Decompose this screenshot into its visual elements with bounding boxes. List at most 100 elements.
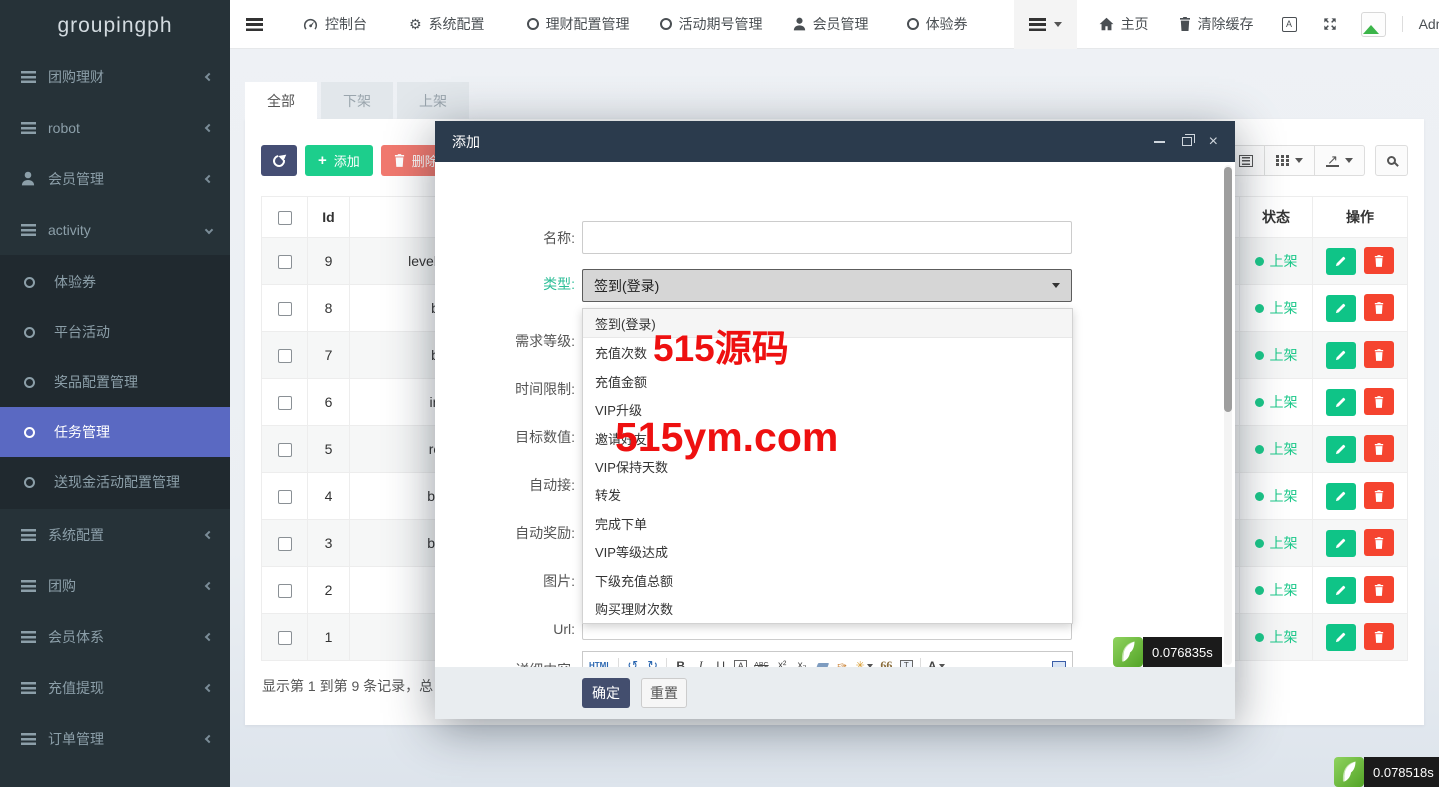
row-checkbox[interactable] bbox=[278, 584, 292, 598]
reset-button[interactable]: 重置 bbox=[641, 678, 687, 708]
option-vip-keep-days[interactable]: VIP保持天数 bbox=[583, 452, 1072, 480]
edit-button[interactable] bbox=[1326, 577, 1356, 604]
sidebar-subitem-label: 任务管理 bbox=[54, 422, 110, 442]
row-delete-button[interactable] bbox=[1364, 623, 1394, 650]
dialog-body: 名称: 类型: 需求等级: 时间限制: 目标数值: 自动接: 自动奖励: 图片:… bbox=[435, 162, 1235, 667]
tab-on-shelf[interactable]: 上架 bbox=[397, 82, 469, 119]
sidebar-subitem-coupon[interactable]: 体验券 bbox=[0, 257, 230, 307]
row-id: 6 bbox=[308, 379, 350, 426]
list-icon bbox=[18, 224, 38, 236]
sidebar-subitem-task-manage[interactable]: 任务管理 bbox=[0, 407, 230, 457]
edit-button[interactable] bbox=[1326, 483, 1356, 510]
option-invite-friends[interactable]: 邀请好友 bbox=[583, 424, 1072, 452]
edit-button[interactable] bbox=[1326, 624, 1356, 651]
option-recharge-amount[interactable]: 充值金额 bbox=[583, 367, 1072, 395]
sidebar-item-label: 充值提现 bbox=[48, 678, 104, 698]
row-delete-button[interactable] bbox=[1364, 247, 1394, 274]
edit-button[interactable] bbox=[1326, 248, 1356, 275]
sidebar-item-robot[interactable]: robot bbox=[0, 102, 230, 153]
edit-button[interactable] bbox=[1326, 295, 1356, 322]
status-badge: 上架 bbox=[1255, 298, 1298, 318]
option-share[interactable]: 转发 bbox=[583, 481, 1072, 509]
nav-activity-period[interactable]: 活动期号管理 bbox=[660, 14, 763, 34]
edit-button[interactable] bbox=[1326, 436, 1356, 463]
option-signin[interactable]: 签到(登录) bbox=[583, 309, 1072, 338]
option-recharge-count[interactable]: 充值次数 bbox=[583, 338, 1072, 366]
sidebar-subitem-cash-activity[interactable]: 送现金活动配置管理 bbox=[0, 457, 230, 507]
auto-reward-label: 自动奖励: bbox=[435, 523, 575, 543]
sidebar-item-system-config[interactable]: 系统配置 bbox=[0, 509, 230, 560]
nav-dashboard[interactable]: 控制台 bbox=[303, 14, 367, 34]
sidebar-item-activity[interactable]: activity bbox=[0, 204, 230, 255]
close-icon[interactable]: × bbox=[1209, 134, 1218, 150]
sidebar-item-recharge-withdraw[interactable]: 充值提现 bbox=[0, 662, 230, 713]
option-vip-upgrade[interactable]: VIP升级 bbox=[583, 395, 1072, 423]
confirm-button[interactable]: 确定 bbox=[582, 678, 630, 708]
sidebar-subitem-platform-activity[interactable]: 平台活动 bbox=[0, 307, 230, 357]
sidebar-subitem-prize-config[interactable]: 奖品配置管理 bbox=[0, 357, 230, 407]
language-button[interactable]: A bbox=[1282, 17, 1297, 32]
user-menu[interactable]: Admin bbox=[1361, 12, 1439, 37]
row-checkbox[interactable] bbox=[278, 255, 292, 269]
row-delete-button[interactable] bbox=[1364, 576, 1394, 603]
fullscreen-button[interactable] bbox=[1323, 17, 1337, 31]
row-checkbox[interactable] bbox=[278, 302, 292, 316]
row-delete-button[interactable] bbox=[1364, 388, 1394, 415]
name-input[interactable] bbox=[582, 221, 1072, 254]
add-button[interactable]: + 添加 bbox=[305, 145, 373, 176]
scrollbar-thumb[interactable] bbox=[1224, 167, 1232, 412]
row-checkbox[interactable] bbox=[278, 490, 292, 504]
row-delete-button[interactable] bbox=[1364, 529, 1394, 556]
minimize-icon[interactable] bbox=[1154, 141, 1165, 143]
modal-scrollbar bbox=[1224, 165, 1232, 665]
nav-clear-cache[interactable]: 清除缓存 bbox=[1179, 14, 1254, 34]
dialog-titlebar[interactable]: 添加 × bbox=[435, 121, 1235, 162]
sidebar-item-member-system[interactable]: 会员体系 bbox=[0, 611, 230, 662]
add-label: 添加 bbox=[334, 151, 360, 170]
row-delete-button[interactable] bbox=[1364, 435, 1394, 462]
plus-icon: + bbox=[318, 153, 327, 168]
trash-icon bbox=[1374, 443, 1384, 455]
nav-list-dropdown[interactable] bbox=[1014, 0, 1077, 49]
perf-time: 0.078518s bbox=[1364, 757, 1439, 787]
row-checkbox[interactable] bbox=[278, 537, 292, 551]
option-buy-finance-count[interactable]: 购买理财次数 bbox=[583, 595, 1072, 623]
row-checkbox[interactable] bbox=[278, 396, 292, 410]
sidebar-item-order-manage[interactable]: 订单管理 bbox=[0, 713, 230, 764]
nav-system-config[interactable]: ⚙ 系统配置 bbox=[409, 14, 485, 34]
select-all-checkbox[interactable] bbox=[278, 211, 292, 225]
export-button[interactable]: ↗ bbox=[1315, 145, 1365, 176]
row-delete-button[interactable] bbox=[1364, 341, 1394, 368]
sidebar-item-label: 团购 bbox=[48, 576, 76, 596]
sidebar-item-members[interactable]: 会员管理 bbox=[0, 153, 230, 204]
tab-off-shelf[interactable]: 下架 bbox=[321, 82, 393, 119]
edit-button[interactable] bbox=[1326, 389, 1356, 416]
sidebar-item-groupbuy[interactable]: 团购 bbox=[0, 560, 230, 611]
nav-member-manage[interactable]: 会员管理 bbox=[793, 14, 869, 34]
nav-coupon[interactable]: 体验券 bbox=[907, 14, 968, 34]
option-complete-order[interactable]: 完成下单 bbox=[583, 509, 1072, 537]
maximize-icon[interactable] bbox=[1182, 137, 1192, 146]
option-sub-recharge-total[interactable]: 下级充值总额 bbox=[583, 566, 1072, 594]
type-select[interactable]: 签到(登录) bbox=[582, 269, 1072, 302]
name-label: 名称: bbox=[435, 228, 575, 248]
edit-button[interactable] bbox=[1326, 530, 1356, 557]
tab-all[interactable]: 全部 bbox=[245, 82, 317, 119]
sidebar-toggle-button[interactable] bbox=[246, 18, 263, 31]
refresh-button[interactable] bbox=[261, 145, 297, 176]
nav-home[interactable]: 主页 bbox=[1099, 14, 1149, 34]
edit-button[interactable] bbox=[1326, 342, 1356, 369]
row-delete-button[interactable] bbox=[1364, 482, 1394, 509]
nav-finance-config[interactable]: 理财配置管理 bbox=[527, 14, 630, 34]
row-checkbox[interactable] bbox=[278, 443, 292, 457]
row-delete-button[interactable] bbox=[1364, 294, 1394, 321]
row-checkbox[interactable] bbox=[278, 631, 292, 645]
nav-label: 清除缓存 bbox=[1198, 14, 1254, 34]
search-button[interactable] bbox=[1375, 145, 1408, 176]
row-checkbox[interactable] bbox=[278, 349, 292, 363]
trash-icon bbox=[1374, 584, 1384, 596]
columns-button[interactable] bbox=[1265, 145, 1315, 176]
option-vip-level-reached[interactable]: VIP等级达成 bbox=[583, 538, 1072, 566]
sidebar-item-group-finance[interactable]: 团购理财 bbox=[0, 51, 230, 102]
nav-label: 体验券 bbox=[926, 14, 968, 34]
